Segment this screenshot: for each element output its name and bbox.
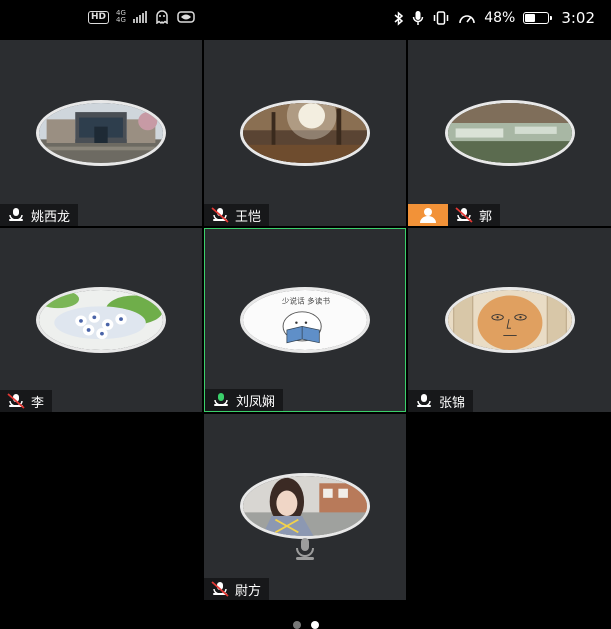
- muted-mic-icon: [455, 207, 473, 223]
- bluetooth-icon: [394, 10, 404, 26]
- page-indicator: [0, 617, 611, 629]
- clock: 3:02: [561, 9, 595, 27]
- status-bar: HD 4G 4G 48% 3:02: [0, 0, 611, 38]
- battery-fill: [525, 14, 535, 22]
- microphone-status-icon: [412, 11, 424, 25]
- participant-name: 刘凤娴: [236, 394, 276, 410]
- white-flowers-avatar: [36, 287, 166, 353]
- page-dot-1[interactable]: [292, 621, 301, 629]
- participant-nametag: 张锦: [408, 390, 474, 412]
- avatar-caption: 少说话 多读书: [282, 296, 331, 306]
- participant-nametag: 郭: [448, 204, 501, 226]
- muted-mic-icon: [7, 393, 25, 409]
- participant-tile-7[interactable]: 尉方: [204, 414, 406, 600]
- cartoon-face-avatar: [444, 287, 575, 353]
- participant-name: 王恺: [235, 209, 262, 225]
- participant-name: 郭: [479, 209, 493, 225]
- participant-tile-2[interactable]: 王恺: [204, 40, 406, 226]
- cartoon-reading-avatar: 少说话 多读书: [240, 287, 370, 353]
- participant-nametag: 尉方: [204, 578, 270, 600]
- participant-nametag: 刘凤娴: [205, 389, 284, 411]
- ghost-app-icon: [156, 10, 168, 24]
- building-photo-avatar: [36, 100, 166, 166]
- participant-nametag: 姚西龙: [0, 204, 79, 226]
- muted-microphone-indicator-icon: [296, 538, 314, 560]
- muted-mic-icon: [211, 581, 229, 597]
- waterfall-stream-avatar: [444, 100, 575, 166]
- vibrate-icon: [433, 11, 449, 25]
- participant-tile-6[interactable]: 张锦: [408, 228, 611, 412]
- host-badge: [408, 204, 448, 226]
- signal-icon: [132, 11, 147, 23]
- participant-tile-4[interactable]: 李: [0, 228, 202, 412]
- network-generation: 4G 4G: [116, 9, 126, 24]
- person-icon: [420, 208, 436, 223]
- hd-icon: HD: [88, 10, 110, 24]
- participant-tile-1[interactable]: 姚西龙: [0, 40, 202, 226]
- status-left-icons: HD 4G 4G: [88, 10, 195, 24]
- girl-selfie-avatar: [240, 473, 370, 539]
- muted-mic-icon: [417, 394, 431, 407]
- participant-name: 李: [31, 395, 45, 411]
- participant-tile-5[interactable]: 少说话 多读书 刘凤娴: [204, 228, 406, 412]
- status-right-icons: 48% 3:02: [394, 9, 595, 27]
- participant-nametag: 李: [0, 390, 53, 412]
- muted-mic-icon: [211, 207, 229, 223]
- participant-name: 姚西龙: [31, 209, 71, 225]
- forest-sunlight-avatar: [240, 100, 370, 166]
- speed-gauge-icon: [459, 15, 475, 24]
- participant-nametag: 王恺: [204, 204, 270, 226]
- participant-tile-3[interactable]: 郭: [408, 40, 611, 226]
- page-dot-2[interactable]: [310, 621, 319, 629]
- active-mic-icon: [214, 393, 228, 406]
- participant-name: 张锦: [439, 395, 466, 411]
- participant-name: 尉方: [235, 583, 262, 599]
- muted-mic-icon: [9, 208, 23, 221]
- battery-percent: 48%: [484, 10, 516, 26]
- eye-app-icon: [177, 11, 195, 23]
- battery-icon: [523, 12, 553, 24]
